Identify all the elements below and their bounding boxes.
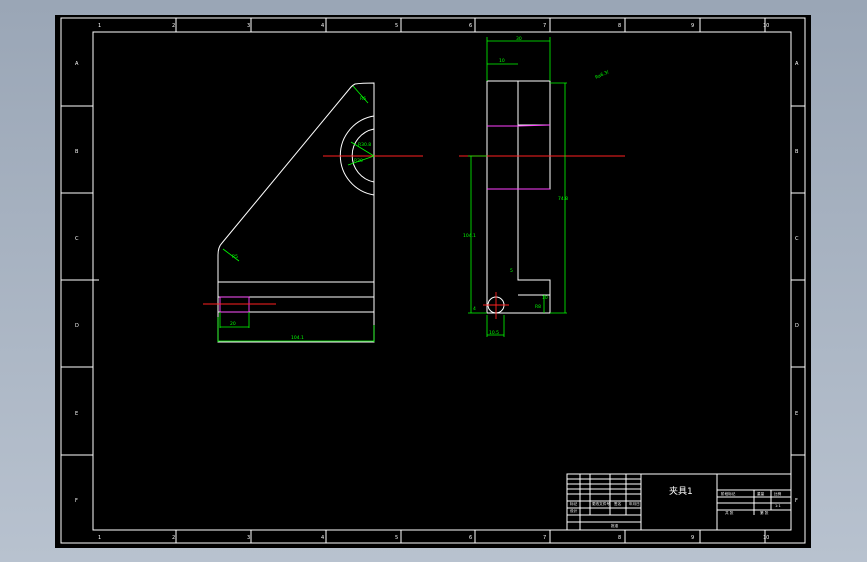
dim-radius: R30.8: [358, 142, 371, 148]
col-label: 10: [763, 23, 769, 29]
tb-label: 比例: [774, 491, 782, 496]
col-label: 3: [247, 535, 250, 541]
col-label: 1: [98, 535, 101, 541]
outer-frame: [60, 17, 806, 544]
sheet-number: 第 张: [760, 510, 769, 515]
col-label: 7: [543, 535, 546, 541]
tb-label: 阶段标记: [721, 491, 736, 496]
dim-bottom: 104.1: [291, 335, 304, 341]
col-label: 2: [172, 23, 175, 29]
scale-value: 1:1: [775, 504, 781, 508]
col-label: 9: [691, 23, 694, 29]
dim-base: 10: [542, 295, 548, 301]
dim-tiny: 4: [473, 306, 476, 312]
slot-outer-arc: [339, 115, 375, 196]
row-label: E: [795, 411, 798, 417]
front-outline: [217, 82, 375, 343]
row-label: C: [795, 236, 799, 242]
col-label: 5: [395, 23, 398, 29]
zone-dividers: [61, 18, 805, 543]
surface-note: Ra6.3/: [594, 69, 610, 81]
col-label: 8: [618, 23, 621, 29]
tb-label: 年月日: [629, 501, 640, 506]
dim-left: 104.1: [463, 233, 476, 239]
inner-border: [92, 31, 792, 531]
col-label: 6: [469, 23, 472, 29]
part-name: 夹具1: [669, 485, 693, 497]
dim-step: 10: [499, 58, 505, 64]
row-label: D: [795, 323, 799, 329]
dim-height: 74.8: [558, 196, 568, 202]
row-label: A: [795, 61, 799, 67]
side-view: 30 10 74.8 104.1 5 10 10.5 R8 4 Ra6.3/: [459, 36, 625, 337]
tb-label: 更改文件号: [592, 501, 610, 506]
col-label: 1: [98, 23, 101, 29]
tb-label: 设计: [570, 508, 578, 513]
tb-label: 标记: [570, 501, 578, 506]
col-label: 3: [247, 23, 250, 29]
row-label: E: [75, 411, 78, 417]
dim-hole: 20: [230, 321, 236, 327]
dim-foot: 10.5: [489, 330, 499, 336]
row-label: C: [75, 236, 79, 242]
dim-fillet: R5: [232, 254, 238, 260]
col-label: 6: [469, 535, 472, 541]
tb-label: 批准: [611, 523, 619, 528]
tb-label: 签名: [614, 501, 622, 506]
col-label: 9: [691, 535, 694, 541]
drawing-sheet: 1 2 3 4 5 6 7 8 9 10 1 2 3 4 5 6 7 8 9 1…: [55, 15, 811, 548]
slot-inner-arc: [351, 128, 375, 183]
row-label: B: [795, 149, 799, 155]
row-label: F: [75, 498, 78, 504]
dim-total: 30: [516, 36, 522, 42]
col-label: 4: [321, 535, 324, 541]
dim-inner: R20: [354, 158, 363, 164]
col-label: 2: [172, 535, 175, 541]
row-label: D: [75, 323, 79, 329]
front-view: 104.1 20 R5 R6 R30.8 R20: [203, 82, 423, 343]
dim-small: 5: [510, 268, 513, 274]
col-label: 8: [618, 535, 621, 541]
dim-top: R6: [360, 96, 366, 102]
dim-right: R8: [535, 304, 541, 310]
col-label: 4: [321, 23, 324, 29]
title-block: 夹具1 标记 更改文件号 签名 年月日 设计 批准 阶段标记 重量 比例 1:1…: [566, 473, 792, 531]
row-label: F: [795, 498, 798, 504]
col-label: 7: [543, 23, 546, 29]
tb-label: 重量: [757, 491, 765, 496]
col-label: 5: [395, 535, 398, 541]
zone-labels: 1 2 3 4 5 6 7 8 9 10 1 2 3 4 5 6 7 8 9 1…: [75, 23, 799, 541]
row-label: B: [75, 149, 79, 155]
front-hole: [219, 296, 250, 313]
col-label: 10: [763, 535, 769, 541]
sheet-count: 共 张: [725, 510, 734, 515]
row-label: A: [75, 61, 79, 67]
